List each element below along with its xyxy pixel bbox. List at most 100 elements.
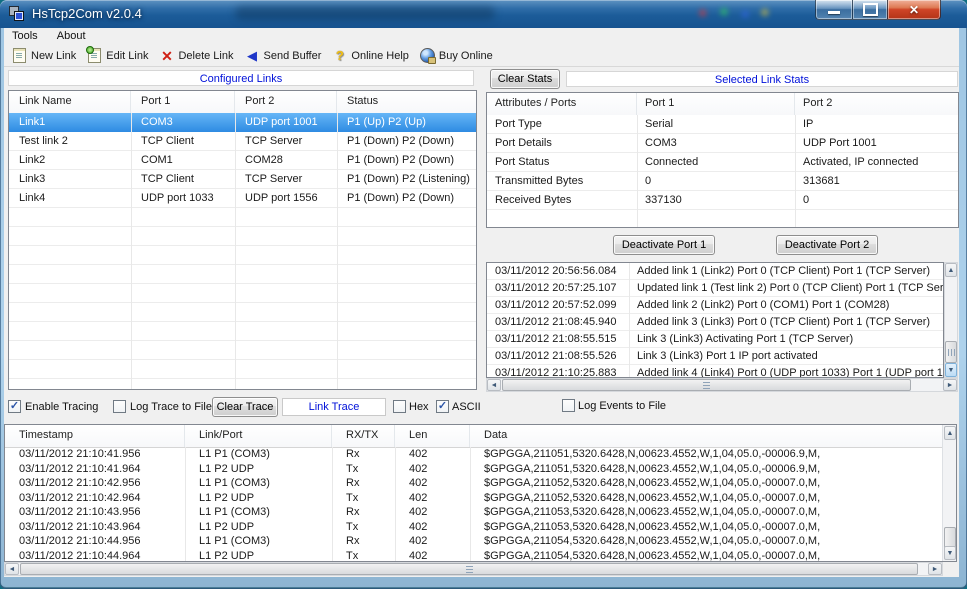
event-log-row[interactable]: 03/11/2012 20:57:25.107Updated link 1 (T… [487, 280, 943, 297]
link-stat-row[interactable]: Port DetailsCOM3UDP Port 1001 [487, 134, 958, 153]
toolbar-new-link[interactable]: New Link [8, 46, 83, 65]
toolbar-label: Online Help [351, 50, 408, 62]
link-stat-row[interactable]: Port StatusConnectedActivated, IP connec… [487, 153, 958, 172]
minimize-button[interactable] [815, 0, 852, 20]
hex-checkbox[interactable] [393, 400, 406, 413]
minimize-icon [828, 11, 840, 14]
link-stats-rows[interactable]: Port TypeSerialIPPort DetailsCOM3UDP Por… [487, 115, 958, 227]
cell-name: Link2 [9, 151, 131, 170]
toolbar-edit-link[interactable]: Edit Link [83, 46, 155, 65]
toolbar-buy-online[interactable]: Buy Online [416, 46, 500, 65]
trace-row[interactable]: 03/11/2012 21:10:41.964L1 P2 UDPTx402$GP… [5, 462, 942, 477]
event-log[interactable]: 03/11/2012 20:56:56.084Added link 1 (Lin… [486, 262, 944, 378]
column-header-port2[interactable]: Port 2 [235, 91, 337, 113]
event-log-hscroll-thumb[interactable] [502, 379, 911, 391]
event-log-row[interactable]: 03/11/2012 21:08:45.940Added link 3 (Lin… [487, 314, 943, 331]
trace-row[interactable]: 03/11/2012 21:10:44.964L1 P2 UDPTx402$GP… [5, 549, 942, 563]
trace-row[interactable]: 03/11/2012 21:10:42.956L1 P1 (COM3)Rx402… [5, 476, 942, 491]
trace-rows[interactable]: 03/11/2012 21:10:41.956L1 P1 (COM3)Rx402… [5, 447, 942, 561]
trace-row[interactable]: 03/11/2012 21:10:44.956L1 P1 (COM3)Rx402… [5, 534, 942, 549]
menu-tools[interactable]: Tools [4, 28, 46, 44]
trace-table-header: Timestamp Link/Port RX/TX Len Data [5, 425, 956, 448]
cell-port1: Serial [637, 115, 795, 134]
configured-link-row[interactable]: Link4UDP port 1033UDP port 1556P1 (Down)… [9, 189, 476, 208]
trace-row[interactable]: 03/11/2012 21:10:41.956L1 P1 (COM3)Rx402… [5, 447, 942, 462]
link-stats-table[interactable]: Attributes / Ports Port 1 Port 2 Port Ty… [486, 92, 959, 228]
configured-links-table[interactable]: Link Name Port 1 Port 2 Status Link1COM3… [8, 90, 477, 390]
trace-row[interactable]: 03/11/2012 21:10:43.956L1 P1 (COM3)Rx402… [5, 505, 942, 520]
event-log-scroll-thumb[interactable] [945, 341, 957, 363]
trace-row[interactable]: 03/11/2012 21:10:43.964L1 P2 UDPTx402$GP… [5, 520, 942, 535]
event-log-row[interactable]: 03/11/2012 21:10:25.883Added link 4 (Lin… [487, 365, 943, 378]
app-icon[interactable] [9, 6, 25, 22]
cell-port1: COM1 [131, 151, 235, 170]
trace-vertical-scrollbar[interactable]: ▲ ▼ [942, 425, 956, 561]
enable-tracing-checkbox[interactable]: ✓ [8, 400, 21, 413]
column-header-data[interactable]: Data [470, 425, 956, 447]
event-log-row[interactable]: 03/11/2012 21:08:55.515Link 3 (Link3) Ac… [487, 331, 943, 348]
link-stat-row[interactable]: Transmitted Bytes0313681 [487, 172, 958, 191]
column-header-link-name[interactable]: Link Name [9, 91, 131, 113]
scroll-right-icon[interactable]: ► [928, 563, 942, 575]
log-trace-to-file-checkbox[interactable] [113, 400, 126, 413]
scroll-left-icon[interactable]: ◄ [5, 563, 19, 575]
cell-data: $GPGGA,211054,5320.6428,N,00623.4552,W,1… [470, 534, 942, 549]
scroll-right-icon[interactable]: ► [943, 379, 957, 391]
column-header-rxtx[interactable]: RX/TX [332, 425, 395, 447]
column-header-link-port[interactable]: Link/Port [185, 425, 332, 447]
ascii-checkbox[interactable]: ✓ [436, 400, 449, 413]
column-header-attributes[interactable]: Attributes / Ports [487, 93, 637, 115]
titlebar[interactable]: HsTcp2Com v2.0.4 ✕ [0, 0, 967, 28]
scroll-down-icon[interactable]: ▼ [945, 363, 957, 377]
configured-link-row[interactable]: Link2COM1COM28P1 (Down) P2 (Down) [9, 151, 476, 170]
scroll-up-icon[interactable]: ▲ [944, 426, 956, 440]
menu-about[interactable]: About [49, 28, 94, 44]
maximize-button[interactable] [852, 0, 887, 20]
configured-links-table-header: Link Name Port 1 Port 2 Status [9, 91, 476, 114]
cell-timestamp: 03/11/2012 21:10:44.956 [5, 534, 185, 549]
cell-port2: UDP port 1556 [235, 189, 337, 208]
configured-link-row[interactable]: Link3TCP ClientTCP ServerP1 (Down) P2 (L… [9, 170, 476, 189]
scroll-up-icon[interactable]: ▲ [945, 263, 957, 277]
column-header-port2[interactable]: Port 2 [795, 93, 958, 115]
configured-link-row[interactable]: Test link 2TCP ClientTCP ServerP1 (Down)… [9, 132, 476, 151]
event-log-row[interactable]: 03/11/2012 21:08:55.526Link 3 (Link3) Po… [487, 348, 943, 365]
column-header-port1[interactable]: Port 1 [131, 91, 235, 113]
hex-label: Hex [409, 401, 429, 413]
column-header-status[interactable]: Status [337, 91, 476, 113]
close-button[interactable]: ✕ [887, 0, 941, 20]
cell-timestamp: 03/11/2012 21:10:43.956 [5, 505, 185, 520]
clear-trace-button[interactable]: Clear Trace [212, 397, 278, 417]
cell-len: 402 [395, 520, 470, 535]
log-events-to-file-checkbox[interactable] [562, 399, 575, 412]
configured-link-row[interactable]: Link1COM3UDP port 1001P1 (Up) P2 (Up) [9, 113, 476, 132]
trace-row[interactable]: 03/11/2012 21:10:42.964L1 P2 UDPTx402$GP… [5, 491, 942, 506]
clear-stats-button[interactable]: Clear Stats [490, 69, 560, 89]
column-header-timestamp[interactable]: Timestamp [5, 425, 185, 447]
cell-len: 402 [395, 505, 470, 520]
trace-horizontal-scrollbar[interactable]: ◄ ► [4, 562, 943, 576]
trace-hscroll-thumb[interactable] [20, 563, 918, 575]
event-log-vertical-scrollbar[interactable]: ▲ ▼ [944, 262, 958, 378]
toolbar-label: Edit Link [106, 50, 148, 62]
event-log-row[interactable]: 03/11/2012 20:56:56.084Added link 1 (Lin… [487, 263, 943, 280]
toolbar-send-buffer[interactable]: ◀ Send Buffer [241, 46, 329, 65]
deactivate-port1-button[interactable]: Deactivate Port 1 [613, 235, 715, 255]
scroll-down-icon[interactable]: ▼ [944, 546, 956, 560]
deactivate-port2-button[interactable]: Deactivate Port 2 [776, 235, 878, 255]
cell-time: 03/11/2012 20:57:52.099 [487, 297, 629, 313]
event-log-rows[interactable]: 03/11/2012 20:56:56.084Added link 1 (Lin… [487, 263, 943, 377]
scroll-left-icon[interactable]: ◄ [487, 379, 501, 391]
link-stat-row[interactable]: Received Bytes3371300 [487, 191, 958, 210]
cell-attr: Port Type [487, 115, 637, 134]
toolbar-online-help[interactable]: ? Online Help [328, 46, 415, 65]
cell-len: 402 [395, 549, 470, 563]
event-log-horizontal-scrollbar[interactable]: ◄ ► [486, 378, 958, 392]
column-header-len[interactable]: Len [395, 425, 470, 447]
column-header-port1[interactable]: Port 1 [637, 93, 795, 115]
event-log-row[interactable]: 03/11/2012 20:57:52.099Added link 2 (Lin… [487, 297, 943, 314]
trace-table[interactable]: Timestamp Link/Port RX/TX Len Data 03/11… [4, 424, 957, 562]
configured-links-rows[interactable]: Link1COM3UDP port 1001P1 (Up) P2 (Up)Tes… [9, 113, 476, 389]
toolbar-delete-link[interactable]: ✕ Delete Link [155, 46, 240, 65]
link-stat-row[interactable]: Port TypeSerialIP [487, 115, 958, 134]
